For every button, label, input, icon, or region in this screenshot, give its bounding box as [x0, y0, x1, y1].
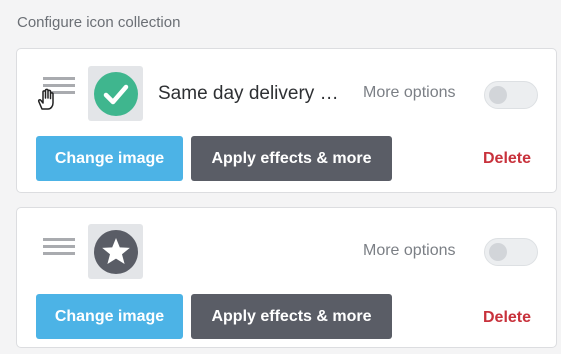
more-options-toggle[interactable]: [484, 81, 538, 109]
toggle-knob: [489, 243, 507, 261]
apply-effects-button[interactable]: Apply effects & more: [191, 136, 392, 181]
section-title: Configure icon collection: [17, 14, 181, 31]
change-image-button[interactable]: Change image: [36, 136, 183, 181]
change-image-button[interactable]: Change image: [36, 294, 183, 339]
item-image-thumbnail: [88, 66, 143, 121]
more-options-toggle[interactable]: [484, 238, 538, 266]
drag-handle-icon[interactable]: [43, 238, 75, 260]
apply-effects-button[interactable]: Apply effects & more: [191, 294, 392, 339]
toggle-knob: [489, 86, 507, 104]
delete-button[interactable]: Delete: [483, 150, 531, 168]
more-options-link[interactable]: More options: [363, 242, 456, 260]
delete-button[interactable]: Delete: [483, 309, 531, 327]
hand-cursor-icon: [38, 88, 54, 110]
icon-collection-item: More options Change image Apply effects …: [16, 207, 557, 348]
icon-collection-item: Same day delivery … More options Change …: [16, 48, 557, 193]
star-circle-icon: [93, 229, 138, 274]
checkmark-circle-icon: [93, 71, 138, 116]
more-options-link[interactable]: More options: [363, 84, 456, 102]
item-image-thumbnail: [88, 224, 143, 279]
item-title: Same day delivery …: [158, 83, 339, 104]
